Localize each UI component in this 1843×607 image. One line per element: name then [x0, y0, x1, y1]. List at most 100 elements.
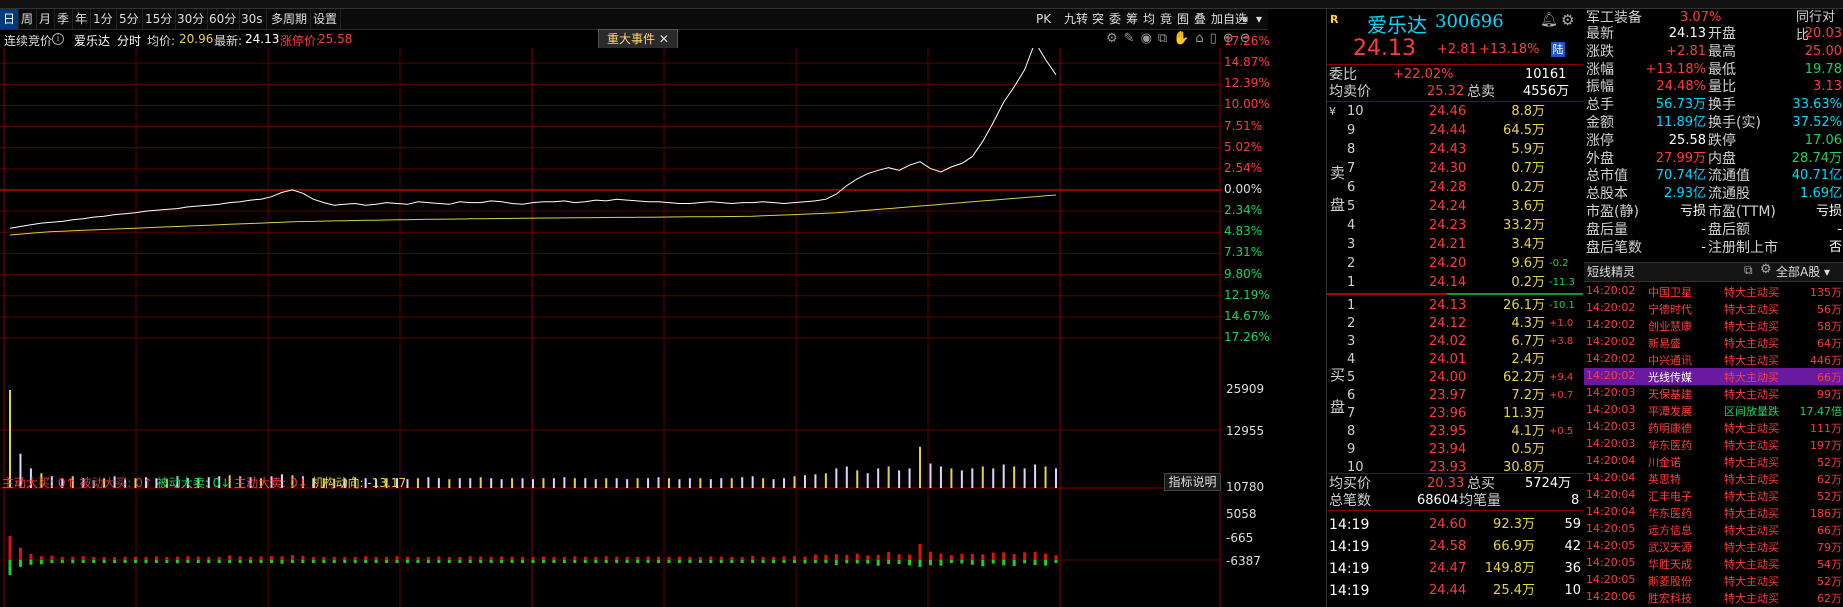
flash-gear-icon[interactable]: ⚙ — [1760, 262, 1772, 277]
flow-buy-bar — [175, 556, 179, 560]
ask-level: 5 — [1347, 199, 1356, 214]
flash-row[interactable]: 14:20:03 华东医药 特大主动买 197万 — [1584, 436, 1843, 453]
tick-count: 10 — [1564, 583, 1581, 598]
ask-price[interactable]: 24.24 — [1429, 198, 1466, 216]
toolbar-button-1[interactable]: 九转 — [1062, 9, 1090, 29]
flow-sell-bar — [813, 560, 817, 563]
flash-row[interactable]: 14:20:05 华胜天成 特大主动买 54万 — [1584, 555, 1843, 572]
flash-filter-select[interactable]: 全部A股 ▾ — [1776, 263, 1830, 280]
flash-row[interactable]: 14:20:02 新易盛 特大主动买 64万 — [1584, 334, 1843, 351]
ask-price[interactable]: 24.20 — [1429, 255, 1466, 273]
flow-legend: 主动大买: 0↑ 被动大买: 0↑ 被动大卖: 0↓ 主动大卖: 0↓ 机构动向… — [2, 476, 407, 490]
toolbar-button-4[interactable]: 筹 — [1124, 9, 1140, 29]
timeframe-5[interactable]: 1分 — [90, 9, 117, 29]
bid-price[interactable]: 23.94 — [1429, 441, 1466, 459]
chart-bg — [0, 48, 1268, 607]
flow-sell-bar — [1033, 560, 1037, 566]
bid-price[interactable]: 24.00 — [1429, 369, 1466, 387]
popout-icon[interactable]: ⧉ — [1744, 263, 1753, 278]
eye-icon[interactable]: ◉ — [1141, 31, 1158, 46]
gear-icon[interactable]: ⚙ — [1561, 11, 1574, 29]
intraday-chart[interactable] — [0, 48, 1268, 607]
ask-price[interactable]: 24.28 — [1429, 179, 1466, 197]
flash-row[interactable]: 14:20:04 川金诺 特大主动买 52万 — [1584, 453, 1843, 470]
flash-row[interactable]: 14:20:03 天保基建 特大主动买 99万 — [1584, 385, 1843, 402]
bid-price[interactable]: 24.13 — [1429, 297, 1466, 315]
indicator-help-button[interactable]: 指标说明 — [1164, 473, 1221, 491]
toolbar-button-0[interactable]: PK — [1034, 9, 1053, 29]
toolbar-button-2[interactable]: 突 — [1090, 9, 1106, 29]
flow-sell-bar — [447, 560, 451, 563]
timeframe-2[interactable]: 月 — [36, 9, 56, 29]
timeframe-3[interactable]: 季 — [54, 9, 74, 29]
toolbar-button-5[interactable]: 均 — [1141, 9, 1157, 29]
toolbar-button-8[interactable]: 叠 — [1192, 9, 1208, 29]
flow-sell-bar — [719, 560, 723, 563]
timeframe-0[interactable]: 日 — [0, 9, 20, 29]
flash-row[interactable]: 14:20:03 药明康德 特大主动买 111万 — [1584, 419, 1843, 436]
flash-row[interactable]: 14:20:02 光线传媒 特大主动买 66万 — [1584, 368, 1843, 385]
flash-stock: 中国卫星 — [1648, 286, 1692, 299]
timeframe-4[interactable]: 年 — [72, 9, 92, 29]
short-term-flash-panel: 短线精灵 ⧉ ⚙ 全部A股 ▾ 14:20:02 中国卫星 特大主动买 135万 14:… — [1584, 262, 1843, 607]
trash-icon[interactable]: ▯ — [1210, 31, 1223, 46]
bell-icon[interactable]: 🔔︎ — [1540, 12, 1558, 28]
hand-icon[interactable]: ✋ — [1173, 31, 1195, 46]
flow-sell-bar — [343, 560, 347, 563]
flash-value: 54万 — [1817, 558, 1842, 571]
timeframe-12[interactable]: 设置 — [310, 9, 342, 29]
timeframe-7[interactable]: 15分 — [142, 9, 177, 29]
toolbar-button-7[interactable]: 囿 — [1175, 9, 1191, 29]
bid-price[interactable]: 23.96 — [1429, 405, 1466, 423]
ask-price[interactable]: 24.23 — [1429, 217, 1466, 235]
major-event-tab[interactable]: 重大事件 ✕ — [598, 29, 678, 49]
flash-value: 111万 — [1810, 422, 1842, 435]
flash-row[interactable]: 14:20:02 创业慧康 特大主动买 58万 — [1584, 317, 1843, 334]
lock-icon[interactable]: ⌂ — [1195, 31, 1209, 46]
timeframe-11[interactable]: 多周期 — [268, 9, 312, 29]
flash-row[interactable]: 14:20:06 胜宏科技 特大主动买 62万 — [1584, 589, 1843, 606]
flash-time: 14:20:05 — [1586, 556, 1636, 569]
timeframe-8[interactable]: 30分 — [174, 9, 209, 29]
bid-price[interactable]: 23.97 — [1429, 387, 1466, 405]
timeframe-6[interactable]: 5分 — [116, 9, 143, 29]
flow-sell-bar — [1054, 560, 1058, 563]
flow-sell-bar — [740, 560, 744, 563]
flash-row[interactable]: 14:20:04 英思特 特大主动买 62万 — [1584, 470, 1843, 487]
flow-buy-bar — [688, 556, 692, 560]
flash-value: 99万 — [1817, 388, 1842, 401]
flash-row[interactable]: 14:20:05 远方信息 特大主动买 66万 — [1584, 521, 1843, 538]
settings-icon[interactable]: ⚙ — [1106, 31, 1124, 46]
bid-volume: 26.1万 — [1503, 298, 1545, 313]
flash-row[interactable]: 14:20:05 斯菱股份 特大主动买 52万 — [1584, 572, 1843, 589]
ask-price[interactable]: 24.44 — [1429, 122, 1466, 140]
flash-row[interactable]: 14:20:02 宁德时代 特大主动买 56万 — [1584, 300, 1843, 317]
flow-buy-bar — [573, 556, 577, 560]
ask-price[interactable]: 24.43 — [1429, 141, 1466, 159]
ask-level: 4 — [1347, 218, 1356, 233]
toolbar-button-6[interactable]: 竟 — [1158, 9, 1174, 29]
bid-price[interactable]: 24.01 — [1429, 351, 1466, 369]
flow-buy-bar — [332, 556, 336, 560]
timeframe-1[interactable]: 周 — [18, 9, 38, 29]
toolbar-button-3[interactable]: 委 — [1107, 9, 1123, 29]
close-icon[interactable]: ✕ — [659, 32, 669, 46]
copy-icon[interactable]: ⧉ — [1158, 31, 1173, 46]
timeframe-10[interactable]: 30s — [238, 9, 267, 29]
ask-price[interactable]: 24.30 — [1429, 160, 1466, 178]
flash-row[interactable]: 14:20:04 汇丰电子 特大主动买 52万 — [1584, 487, 1843, 504]
ask-price[interactable]: 24.14 — [1429, 274, 1466, 292]
ask-price[interactable]: 24.46 — [1429, 103, 1466, 121]
ask-price[interactable]: 24.21 — [1429, 236, 1466, 254]
flash-row[interactable]: 14:20:02 中兴通讯 特大主动买 446万 — [1584, 351, 1843, 368]
timeframe-9[interactable]: 60分 — [206, 9, 241, 29]
bid-price[interactable]: 23.95 — [1429, 423, 1466, 441]
info-icon[interactable]: i — [52, 33, 64, 45]
flash-row[interactable]: 14:20:04 华东医药 特大主动买 186万 — [1584, 504, 1843, 521]
flash-row[interactable]: 14:20:03 平潭发展 区间放量跌 17.47倍 — [1584, 402, 1843, 419]
bid-price[interactable]: 24.02 — [1429, 333, 1466, 351]
flash-row[interactable]: 14:20:05 武汉天源 特大主动买 79万 — [1584, 538, 1843, 555]
flash-row[interactable]: 14:20:02 中国卫星 特大主动买 135万 — [1584, 283, 1843, 300]
pen-icon[interactable]: ✎ — [1124, 31, 1141, 46]
bid-price[interactable]: 24.12 — [1429, 315, 1466, 333]
